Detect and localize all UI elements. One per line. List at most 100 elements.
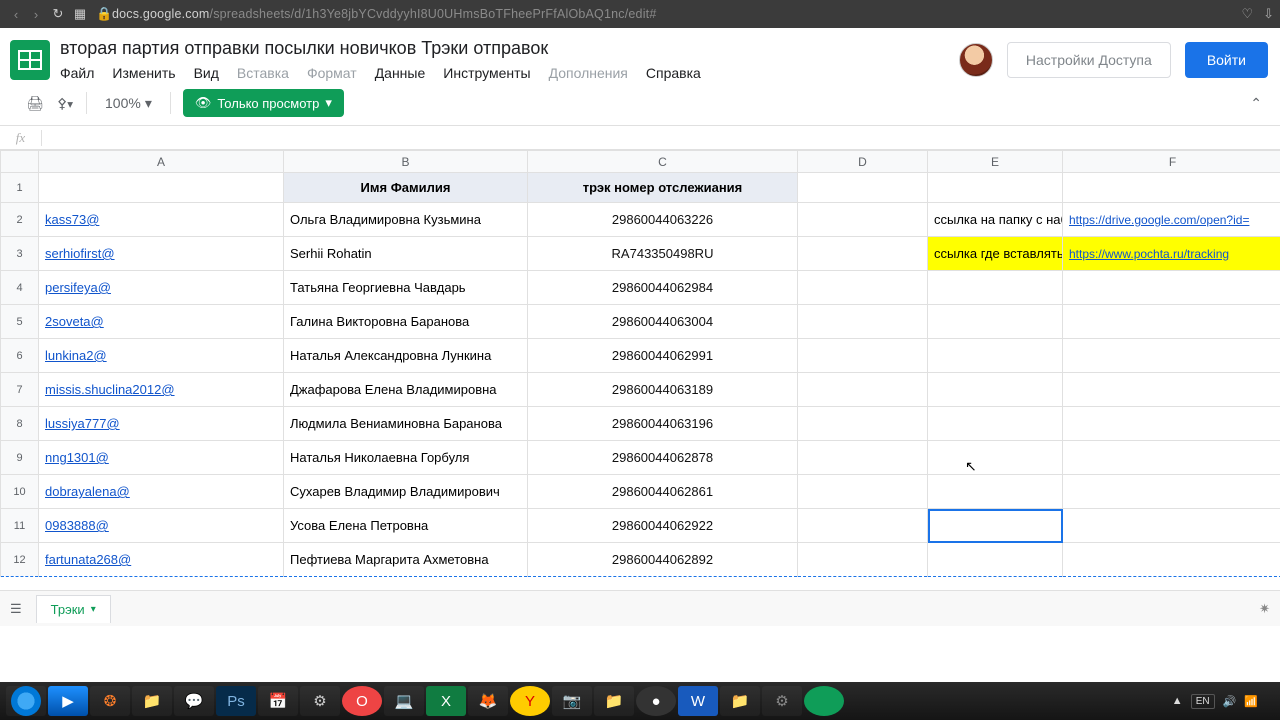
row-header[interactable]: 6 — [1, 339, 39, 373]
table-row[interactable]: 10dobrayalena@Сухарев Владимир Владимиро… — [1, 475, 1280, 509]
cell[interactable]: lussiya777@ — [39, 407, 284, 441]
cell[interactable]: Галина Викторовна Баранова — [284, 305, 528, 339]
cell[interactable] — [1063, 373, 1280, 407]
cell[interactable]: kass73@ — [39, 203, 284, 237]
cell[interactable] — [798, 441, 928, 475]
col-header[interactable]: D — [798, 151, 928, 173]
cell[interactable] — [928, 339, 1063, 373]
cell[interactable] — [798, 373, 928, 407]
cell[interactable]: Сухарев Владимир Владимирович — [284, 475, 528, 509]
system-tray[interactable]: ▲ EN 🔊 📶 — [1172, 694, 1274, 709]
col-header[interactable]: B — [284, 151, 528, 173]
cell[interactable]: Serhii Rohatin — [284, 237, 528, 271]
taskbar-app[interactable]: W — [678, 686, 718, 716]
cell[interactable]: lunkina2@ — [39, 339, 284, 373]
reload-icon[interactable]: ↻ — [48, 6, 68, 22]
menu-format[interactable]: Формат — [307, 65, 357, 81]
taskbar-app[interactable]: ❂ — [90, 686, 130, 716]
bookmark-icon[interactable]: ♡ — [1241, 6, 1253, 22]
cell[interactable]: 29860044062991 — [528, 339, 798, 373]
cell[interactable]: fartunata268@ — [39, 543, 284, 577]
url-display[interactable]: docs.google.com/spreadsheets/d/1h3Ye8jbY… — [112, 7, 657, 21]
menu-file[interactable]: Файл — [60, 65, 94, 81]
row-header[interactable]: 7 — [1, 373, 39, 407]
tray-icon[interactable]: 📶 — [1244, 695, 1258, 708]
cell[interactable] — [1063, 339, 1280, 373]
cell[interactable]: 2soveta@ — [39, 305, 284, 339]
row-header[interactable]: 11 — [1, 509, 39, 543]
apps-grid-icon[interactable]: ▦ — [70, 6, 90, 22]
cell[interactable] — [928, 407, 1063, 441]
sheet-tab[interactable]: Трэки▾ — [36, 595, 111, 623]
cell[interactable]: Людмила Вениаминовна Баранова — [284, 407, 528, 441]
table-row[interactable]: 6lunkina2@Наталья Александровна Лункина2… — [1, 339, 1280, 373]
row-header[interactable]: 2 — [1, 203, 39, 237]
cell[interactable]: persifeya@ — [39, 271, 284, 305]
spreadsheet-grid[interactable]: A B C D E F 1Имя Фамилиятрэк номер отсле… — [0, 150, 1280, 590]
cell[interactable]: ссылка на папку с набором — [928, 203, 1063, 237]
login-button[interactable]: Войти — [1185, 42, 1268, 78]
cell[interactable]: 29860044063226 — [528, 203, 798, 237]
cell[interactable]: 29860044062861 — [528, 475, 798, 509]
taskbar-app[interactable]: ⚙ — [762, 686, 802, 716]
cell[interactable]: Усова Елена Петровна — [284, 509, 528, 543]
taskbar-app[interactable]: 💻 — [384, 686, 424, 716]
table-row[interactable]: 3serhiofirst@Serhii RohatinRA743350498RU… — [1, 237, 1280, 271]
cell[interactable] — [798, 543, 928, 577]
cell[interactable] — [928, 543, 1063, 577]
row-header[interactable]: 8 — [1, 407, 39, 441]
cell[interactable]: ссылка где вставлять трек код — [928, 237, 1063, 271]
menu-tools[interactable]: Инструменты — [443, 65, 530, 81]
table-row[interactable]: 52soveta@Галина Викторовна Баранова29860… — [1, 305, 1280, 339]
menu-edit[interactable]: Изменить — [112, 65, 175, 81]
cell[interactable]: 29860044062922 — [528, 509, 798, 543]
cell[interactable]: 0983888@ — [39, 509, 284, 543]
row-header[interactable]: 9 — [1, 441, 39, 475]
cell[interactable]: Татьяна Георгиевна Чавдарь — [284, 271, 528, 305]
menu-addons[interactable]: Дополнения — [549, 65, 628, 81]
tray-icon[interactable]: ▲ — [1172, 695, 1183, 707]
cell[interactable]: Джафарова Елена Владимировна — [284, 373, 528, 407]
cell[interactable] — [928, 305, 1063, 339]
table-row[interactable]: 2kass73@Ольга Владимировна Кузьмина29860… — [1, 203, 1280, 237]
cell[interactable] — [1063, 475, 1280, 509]
cell[interactable] — [1063, 305, 1280, 339]
taskbar-app[interactable]: 📁 — [594, 686, 634, 716]
cell[interactable] — [798, 237, 928, 271]
cell[interactable]: 29860044063189 — [528, 373, 798, 407]
cell[interactable] — [39, 173, 284, 203]
cell[interactable] — [798, 509, 928, 543]
cell[interactable] — [798, 203, 928, 237]
taskbar-app[interactable]: 📁 — [132, 686, 172, 716]
col-header[interactable]: E — [928, 151, 1063, 173]
row-header[interactable]: 10 — [1, 475, 39, 509]
share-button[interactable]: Настройки Доступа — [1007, 42, 1171, 78]
row-header[interactable]: 3 — [1, 237, 39, 271]
nav-back-icon[interactable]: ‹ — [6, 7, 26, 22]
table-row[interactable]: 1Имя Фамилиятрэк номер отслежиания — [1, 173, 1280, 203]
download-icon[interactable]: ⇩ — [1263, 6, 1274, 22]
cell[interactable]: Наталья Александровна Лункина — [284, 339, 528, 373]
row-header[interactable]: 5 — [1, 305, 39, 339]
cell[interactable]: трэк номер отслежиания — [528, 173, 798, 203]
collapse-toolbar-icon[interactable]: ⌃ — [1250, 95, 1268, 112]
avatar[interactable] — [959, 43, 993, 77]
all-sheets-icon[interactable]: ☰ — [10, 601, 22, 617]
menu-data[interactable]: Данные — [375, 65, 426, 81]
cell[interactable] — [1063, 509, 1280, 543]
cell[interactable] — [798, 407, 928, 441]
cell[interactable]: RA743350498RU — [528, 237, 798, 271]
cell[interactable] — [928, 173, 1063, 203]
tray-icon[interactable]: 🔊 — [1223, 695, 1237, 708]
cell[interactable] — [928, 271, 1063, 305]
cell[interactable] — [1063, 271, 1280, 305]
nav-forward-icon[interactable]: › — [26, 7, 46, 22]
table-row[interactable]: 12fartunata268@Пефтиева Маргарита Ахмето… — [1, 543, 1280, 577]
cell[interactable] — [1063, 173, 1280, 203]
taskbar-app[interactable]: O — [342, 686, 382, 716]
cell[interactable] — [798, 173, 928, 203]
cell[interactable] — [1063, 441, 1280, 475]
cell[interactable]: Ольга Владимировна Кузьмина — [284, 203, 528, 237]
sheets-logo-icon[interactable] — [10, 40, 50, 80]
cell[interactable]: 29860044063004 — [528, 305, 798, 339]
